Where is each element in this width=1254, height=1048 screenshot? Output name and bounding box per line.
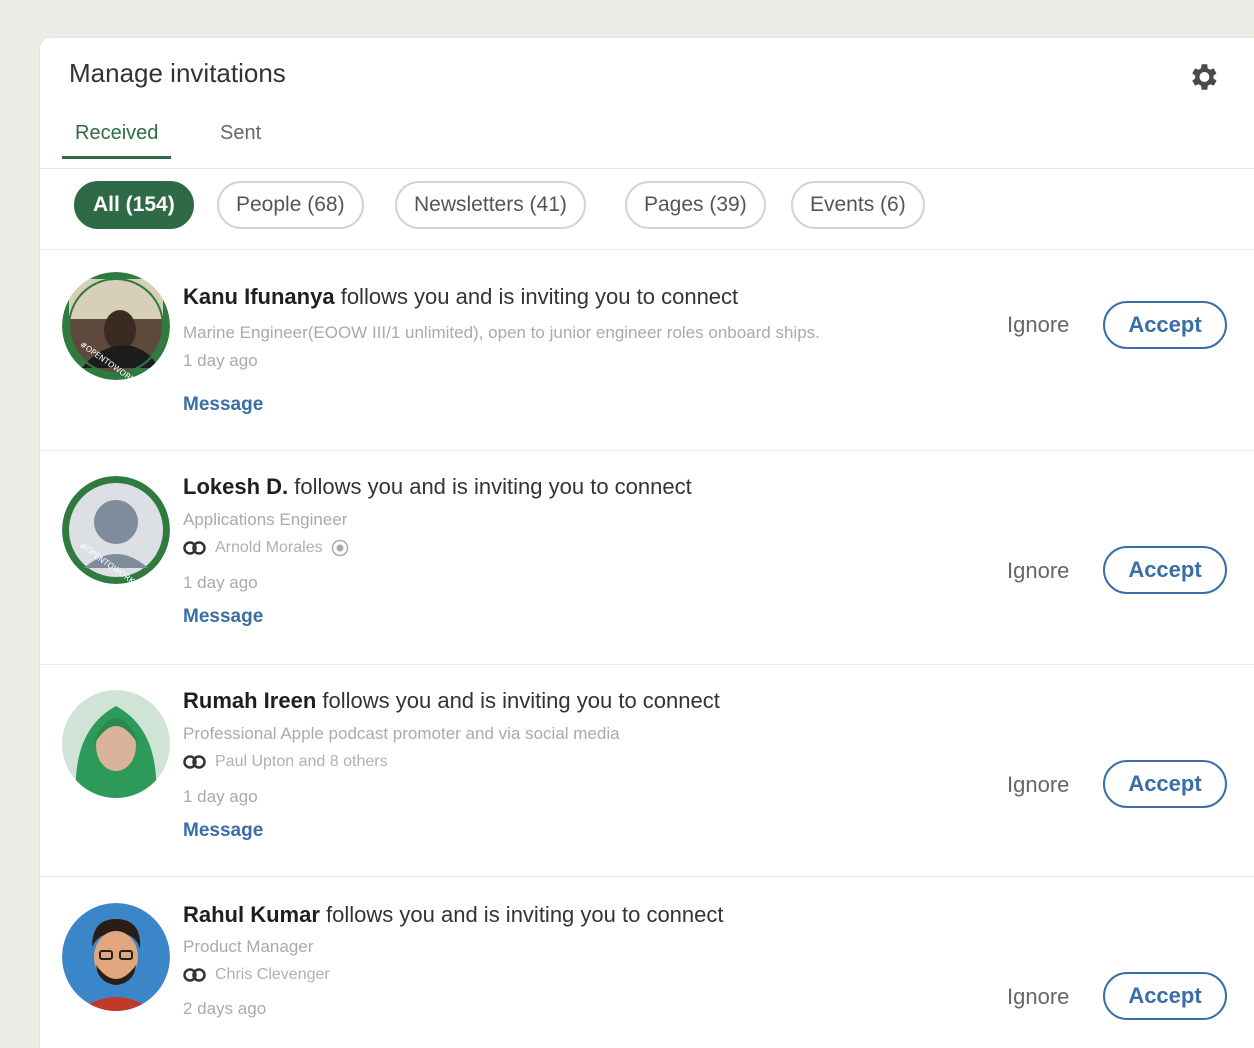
invitation-time: 2 days ago xyxy=(183,999,267,1018)
filter-newsletters[interactable]: Newsletters (41) xyxy=(395,181,586,229)
invitation-time: 1 day ago xyxy=(183,351,258,370)
inviter-name[interactable]: Kanu Ifunanya xyxy=(183,284,335,309)
mutual-connections-icon xyxy=(183,755,206,769)
accept-button[interactable]: Accept xyxy=(1103,546,1227,594)
invitation-row: #OPENTOWORK Kanu Ifunanya follows you an… xyxy=(40,248,1254,451)
ignore-button[interactable]: Ignore xyxy=(1007,984,1069,1010)
inviter-name[interactable]: Rumah Ireen xyxy=(183,688,316,713)
tab-sent[interactable]: Sent xyxy=(220,122,261,159)
invitation-title: Lokesh D. follows you and is inviting yo… xyxy=(183,474,692,500)
accept-button[interactable]: Accept xyxy=(1103,760,1227,808)
message-link[interactable]: Message xyxy=(183,820,263,842)
mutual-connections: Arnold Morales xyxy=(183,539,349,557)
gear-icon[interactable] xyxy=(1186,60,1220,94)
invitation-title: Kanu Ifunanya follows you and is invitin… xyxy=(183,284,738,310)
invitation-time: 1 day ago xyxy=(183,573,258,592)
inviter-name[interactable]: Lokesh D. xyxy=(183,474,288,499)
filter-people[interactable]: People (68) xyxy=(217,181,364,229)
invitation-title: Rumah Ireen follows you and is inviting … xyxy=(183,688,720,714)
accept-button[interactable]: Accept xyxy=(1103,972,1227,1020)
mutual-connections-text[interactable]: Paul Upton and 8 others xyxy=(215,753,388,771)
invitation-text: follows you and is inviting you to conne… xyxy=(340,284,739,309)
invitation-row: Rahul Kumar follows you and is inviting … xyxy=(40,876,1254,1048)
invitation-text: follows you and is inviting you to conne… xyxy=(294,474,692,499)
invitation-title: Rahul Kumar follows you and is inviting … xyxy=(183,902,724,928)
filter-all[interactable]: All (154) xyxy=(74,181,194,229)
inviter-headline: Professional Apple podcast promoter and … xyxy=(183,724,620,743)
inviter-headline: Product Manager xyxy=(183,937,314,956)
inviter-name[interactable]: Rahul Kumar xyxy=(183,902,320,927)
ignore-button[interactable]: Ignore xyxy=(1007,312,1069,338)
filter-events[interactable]: Events (6) xyxy=(791,181,925,229)
invitation-row: #OPENTOWORK Lokesh D. follows you and is… xyxy=(40,450,1254,665)
verified-icon xyxy=(331,539,348,557)
avatar[interactable] xyxy=(62,690,170,798)
mutual-connections: Paul Upton and 8 others xyxy=(183,753,388,771)
invitation-time: 1 day ago xyxy=(183,787,258,806)
ignore-button[interactable]: Ignore xyxy=(1007,558,1069,584)
accept-button[interactable]: Accept xyxy=(1103,301,1227,349)
ignore-button[interactable]: Ignore xyxy=(1007,772,1069,798)
inviter-headline: Applications Engineer xyxy=(183,510,348,529)
mutual-connections: Chris Clevenger xyxy=(183,966,330,984)
message-link[interactable]: Message xyxy=(183,394,263,416)
page-title: Manage invitations xyxy=(69,58,286,88)
avatar[interactable]: #OPENTOWORK xyxy=(62,476,170,584)
mutual-connections-icon xyxy=(183,968,206,982)
inviter-headline: Marine Engineer(EOOW III/1 unlimited), o… xyxy=(183,323,820,342)
filter-chips: All (154) People (68) Newsletters (41) P… xyxy=(40,169,1254,250)
tab-received[interactable]: Received xyxy=(61,122,172,159)
mutual-connections-text[interactable]: Chris Clevenger xyxy=(215,966,330,984)
message-link[interactable]: Message xyxy=(183,606,263,628)
mutual-connections-text[interactable]: Arnold Morales xyxy=(215,539,323,557)
avatar[interactable]: #OPENTOWORK xyxy=(62,272,170,380)
invitation-text: follows you and is inviting you to conne… xyxy=(326,902,724,927)
invitation-text: follows you and is inviting you to conne… xyxy=(322,688,720,713)
filter-pages[interactable]: Pages (39) xyxy=(625,181,766,229)
invitations-card: Manage invitations Received Sent All (15… xyxy=(40,38,1254,1048)
avatar[interactable] xyxy=(62,903,170,1011)
mutual-connections-icon xyxy=(183,541,206,555)
invitation-row: Rumah Ireen follows you and is inviting … xyxy=(40,664,1254,877)
card-header: Manage invitations xyxy=(40,38,1254,112)
invitation-tabs: Received Sent xyxy=(40,112,1254,169)
